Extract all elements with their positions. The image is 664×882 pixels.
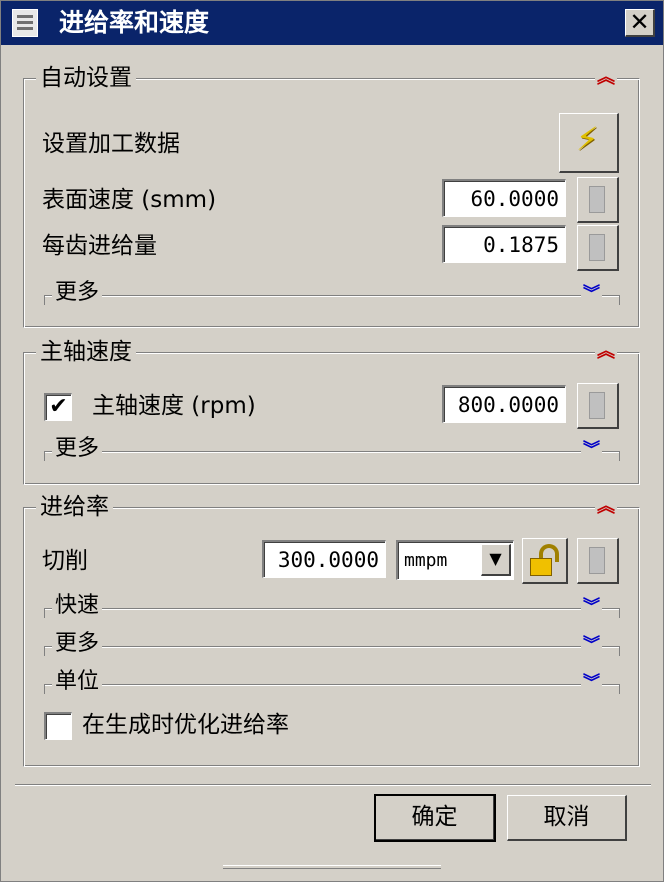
rapid-label: 快速 [52, 592, 103, 620]
set-machining-data-label: 设置加工数据 [42, 131, 180, 157]
dialog-separator [15, 784, 651, 786]
feed-per-tooth-label: 每齿进给量 [42, 233, 157, 259]
collapse-feed-rate-icon[interactable]: ︽ [595, 496, 617, 518]
surface-speed-field[interactable]: 60.0000 [442, 179, 566, 217]
document-icon [589, 392, 605, 419]
dialog-icon [12, 9, 38, 37]
cut-unit-select[interactable]: mmpm ▼ [396, 540, 514, 580]
set-machining-data-button[interactable]: ⚡ [559, 113, 619, 173]
feed-more-label: 更多 [52, 630, 103, 658]
collapse-spindle-icon[interactable]: ︽ [595, 341, 617, 363]
document-icon [589, 547, 605, 574]
spindle-speed-group: 主轴速度 ︽ ✔ 主轴速度 (rpm) 800.0000 更多 ︾ [23, 336, 640, 485]
lightning-icon: ⚡ [576, 120, 599, 158]
rapid-section[interactable]: 快速 ︾ [44, 592, 620, 620]
expand-rapid-icon[interactable]: ︾ [581, 596, 602, 618]
surface-speed-label: 表面速度 (smm) [42, 187, 217, 213]
spindle-more-section[interactable]: 更多 ︾ [44, 435, 620, 463]
auto-settings-more-label: 更多 [52, 279, 103, 307]
auto-settings-title: 自动设置 [36, 62, 136, 94]
dialog-title: 进给率和速度 [59, 8, 210, 37]
close-button[interactable]: ✕ [625, 9, 655, 37]
title-bar: 进给率和速度 ✕ [1, 1, 663, 45]
auto-settings-more-section[interactable]: 更多 ︾ [44, 279, 620, 307]
resize-grip[interactable] [223, 865, 441, 869]
document-icon [589, 234, 605, 261]
cut-unit-value: mmpm [404, 550, 448, 571]
document-icon [589, 186, 605, 213]
expand-more-icon[interactable]: ︾ [581, 634, 602, 656]
auto-settings-group: 自动设置 ︽ 设置加工数据 ⚡ 表面速度 (smm) 60.0000 每齿进给量… [23, 62, 640, 328]
feed-rate-title: 进给率 [36, 491, 113, 523]
expand-units-icon[interactable]: ︾ [581, 672, 602, 694]
spindle-speed-title: 主轴速度 [36, 336, 136, 368]
collapse-auto-settings-icon[interactable]: ︽ [595, 67, 617, 89]
expand-more-icon[interactable]: ︾ [581, 439, 602, 461]
spindle-speed-aux-button[interactable] [577, 383, 619, 429]
feed-rate-group: 进给率 ︽ 切削 300.0000 mmpm ▼ 快速 ︾ 更多 ︾ 单位 ︾ [23, 491, 640, 767]
expand-more-icon[interactable]: ︾ [581, 283, 602, 305]
feed-per-tooth-field[interactable]: 0.1875 [442, 225, 566, 263]
spindle-more-label: 更多 [52, 435, 103, 463]
ok-button[interactable]: 确定 [374, 794, 496, 842]
cancel-button[interactable]: 取消 [507, 795, 627, 841]
lock-button[interactable] [522, 538, 568, 584]
spindle-speed-checkbox[interactable]: ✔ [44, 393, 72, 421]
cut-feed-field[interactable]: 300.0000 [262, 540, 386, 578]
units-section[interactable]: 单位 ︾ [44, 668, 620, 696]
cut-label: 切削 [42, 548, 88, 574]
cut-feed-aux-button[interactable] [577, 538, 619, 584]
feed-per-tooth-aux-button[interactable] [577, 225, 619, 271]
dialog-window: 进给率和速度 ✕ 自动设置 ︽ 设置加工数据 ⚡ 表面速度 (smm) 60.0… [0, 0, 664, 882]
optimize-feed-checkbox[interactable] [44, 712, 72, 740]
dropdown-arrow-icon[interactable]: ▼ [481, 544, 511, 576]
units-label: 单位 [52, 668, 103, 696]
spindle-speed-field[interactable]: 800.0000 [442, 385, 566, 423]
surface-speed-aux-button[interactable] [577, 177, 619, 223]
spindle-speed-label: 主轴速度 (rpm) [92, 393, 256, 419]
feed-more-section[interactable]: 更多 ︾ [44, 630, 620, 658]
optimize-feed-label: 在生成时优化进给率 [82, 712, 289, 738]
